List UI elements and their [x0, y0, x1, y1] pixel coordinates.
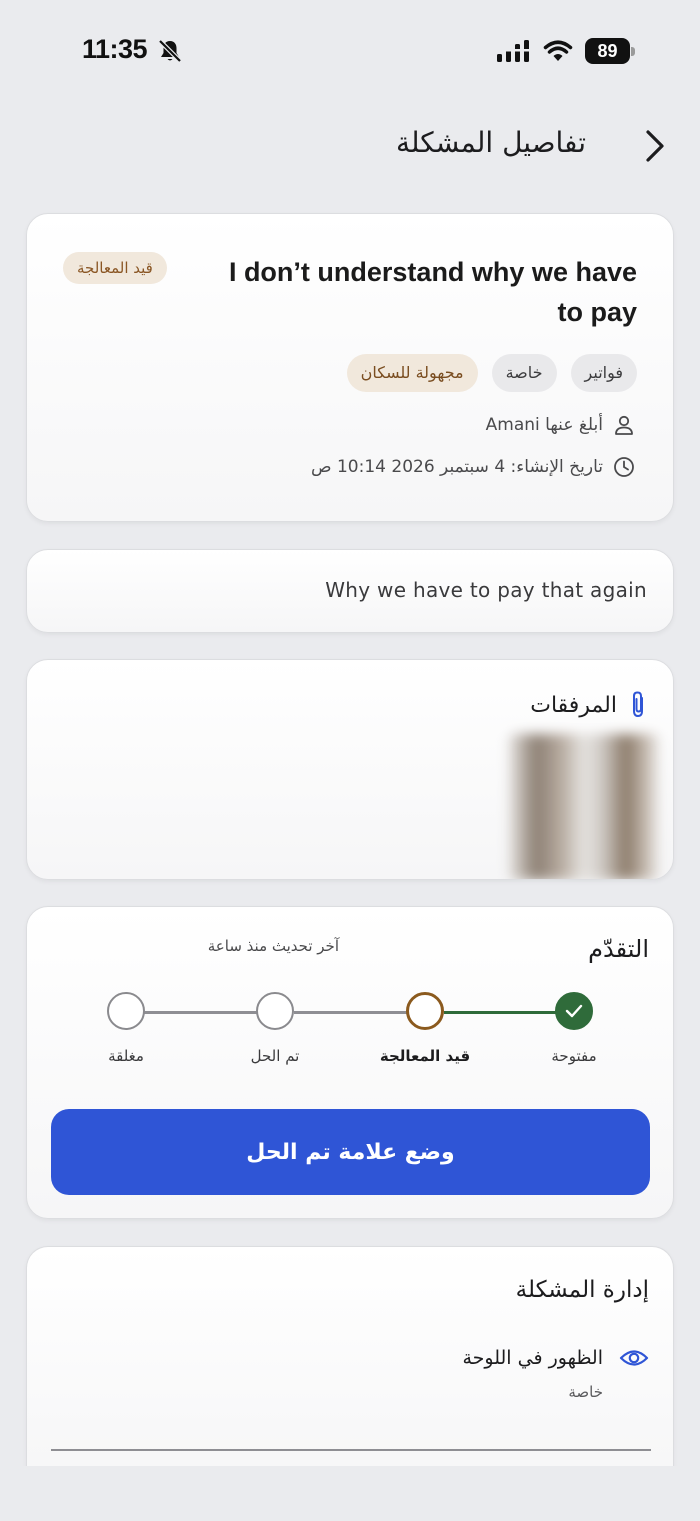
- visibility-text: الظهور في اللوحة خاصة: [462, 1347, 603, 1401]
- step-open-label: مفتوحة: [551, 1047, 597, 1065]
- step-connector-pending: [144, 1011, 274, 1014]
- created-row: تاريخ الإنشاء: 4 سبتمبر 2026 10:14 ص: [311, 456, 635, 478]
- mark-resolved-button[interactable]: وضع علامة تم الحل: [51, 1109, 650, 1195]
- progress-card: التقدّم آخر تحديث منذ ساعة مفتوحة قيد ال…: [26, 906, 674, 1219]
- step-connector-pending: [294, 1011, 424, 1014]
- last-update-text: آخر تحديث منذ ساعة: [207, 937, 339, 955]
- visibility-value: خاصة: [568, 1383, 603, 1401]
- chevron-icon: [646, 130, 664, 162]
- issue-title: I don’t understand why we have to pay: [228, 257, 637, 327]
- step-open-circle: [555, 992, 593, 1030]
- reporter-row: أبلغ عنها Amani: [486, 414, 635, 436]
- tag-anonymous: مجهولة للسكان: [346, 354, 478, 392]
- status-time: 11:35: [82, 34, 148, 64]
- page-title: تفاصيل المشكلة: [395, 126, 586, 159]
- page-header: تفاصيل المشكلة: [0, 118, 700, 172]
- issue-summary-card: I don’t understand why we have to pay قي…: [26, 213, 674, 522]
- management-card: إدارة المشكلة الظهور في اللوحة خاصة: [26, 1246, 674, 1486]
- paperclip-icon: [633, 691, 643, 718]
- divider: [51, 1449, 651, 1451]
- management-title: إدارة المشكلة: [515, 1277, 649, 1303]
- attachment-thumbnail[interactable]: [509, 734, 659, 879]
- battery-level: 89: [585, 38, 630, 64]
- step-closed-circle: [107, 992, 145, 1030]
- clock-icon: [614, 457, 634, 477]
- issue-description: Why we have to pay that again: [325, 578, 647, 602]
- wifi-icon: [543, 40, 573, 61]
- created-text: تاريخ الإنشاء: 4 سبتمبر 2026 10:14 ص: [311, 457, 603, 477]
- step-resolved-label: تم الحل: [250, 1047, 300, 1065]
- attachments-header: المرفقات: [530, 690, 647, 720]
- progress-title: التقدّم: [588, 935, 649, 963]
- back-button[interactable]: [636, 126, 674, 166]
- signal-icon: [496, 40, 532, 62]
- check-icon: [565, 1004, 583, 1018]
- status-badge: قيد المعالجة: [63, 252, 167, 284]
- eye-icon: [619, 1350, 649, 1366]
- step-closed-label: مغلقة: [108, 1047, 144, 1065]
- attachments-label: المرفقات: [530, 692, 617, 718]
- visibility-setting[interactable]: الظهور في اللوحة خاصة: [462, 1347, 649, 1401]
- status-bar: 11:35 89: [0, 0, 700, 100]
- step-in-progress-circle: [406, 992, 444, 1030]
- reporter-text: أبلغ عنها Amani: [485, 415, 603, 435]
- description-card: Why we have to pay that again: [26, 549, 674, 633]
- bottom-background: [0, 1466, 700, 1521]
- attachments-card: المرفقات: [26, 659, 674, 880]
- tags-row: فواتير خاصة مجهولة للسكان: [346, 354, 637, 392]
- tag-category: فواتير: [570, 354, 637, 392]
- step-in-progress-label: قيد المعالجة: [379, 1047, 471, 1065]
- step-resolved-circle: [256, 992, 294, 1030]
- visibility-label: الظهور في اللوحة: [462, 1347, 603, 1369]
- tag-private: خاصة: [491, 354, 557, 392]
- battery-cap: [631, 47, 635, 56]
- person-icon: [615, 415, 633, 435]
- progress-stepper: مفتوحة قيد المعالجة تم الحل مغلقة: [27, 991, 675, 1081]
- bell-slash-icon: [158, 39, 182, 63]
- battery-icon: 89: [585, 38, 635, 64]
